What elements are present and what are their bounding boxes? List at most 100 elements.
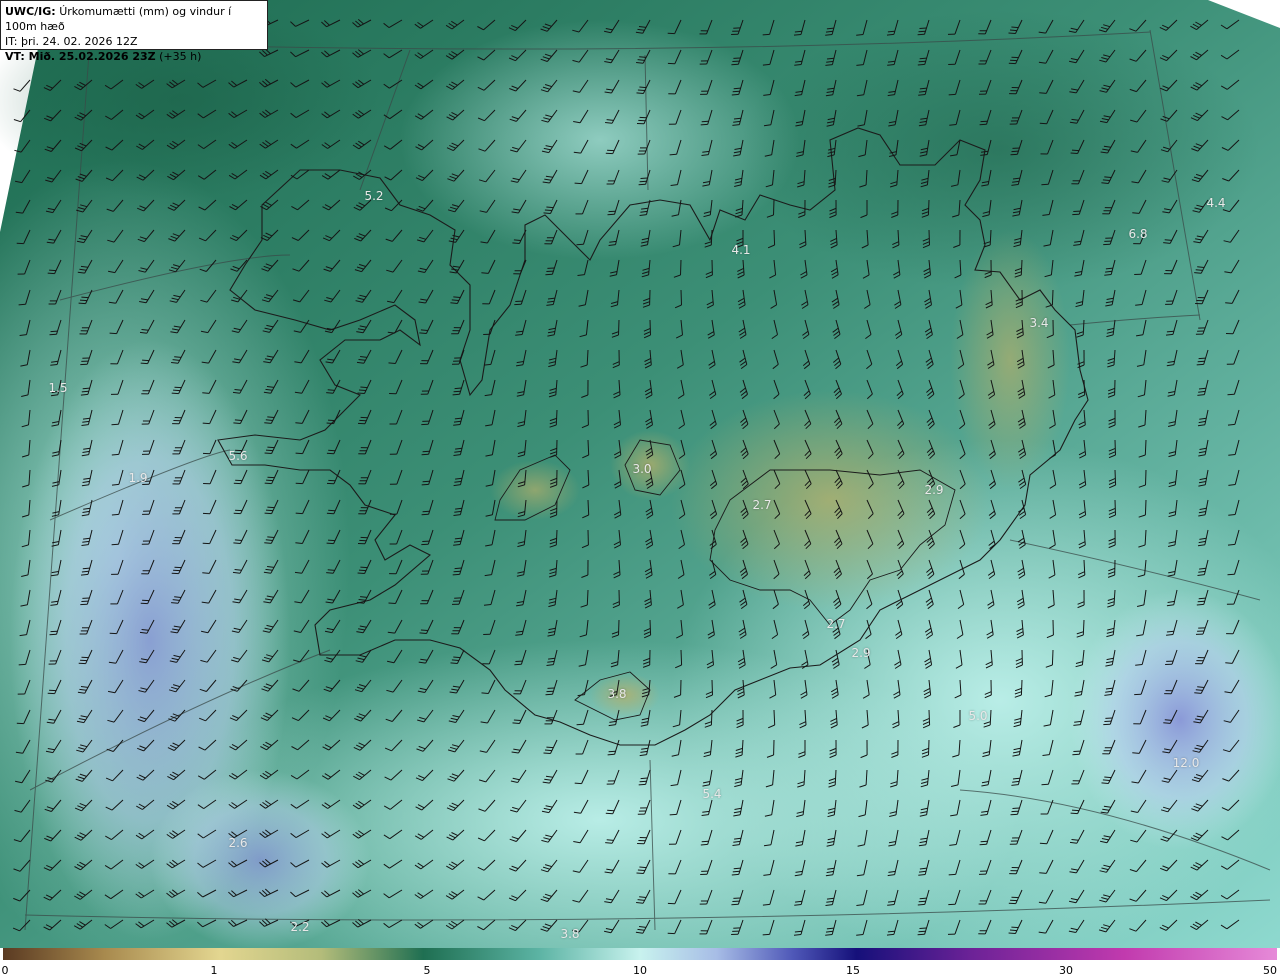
wind-barb-feather (700, 123, 708, 126)
wind-barb-feather (918, 30, 926, 33)
wind-barb-feather (979, 123, 987, 126)
wind-barb-feather (732, 870, 740, 873)
colorbar-tick: 10 (633, 964, 647, 977)
olive-zone-center (670, 390, 990, 610)
wind-barb-feather (543, 212, 551, 214)
wind-barb-feather (267, 416, 275, 418)
wind-barb-feather (917, 933, 925, 936)
wind-barb-feather (607, 753, 615, 756)
value-label: 3.0 (632, 462, 652, 476)
wind-barb-feather (1196, 363, 1204, 366)
wind-barb-feather (421, 453, 429, 456)
wind-barb-feather (80, 573, 89, 576)
wind-barb-staff (618, 619, 620, 636)
wind-barb-feather (1102, 179, 1110, 181)
wind-barb-feather (919, 27, 927, 29)
wind-barb-feather (234, 539, 242, 541)
wind-barb-feather (1164, 719, 1172, 721)
wind-barb-feather (454, 567, 462, 570)
init-time: IT: þri. 24. 02. 2026 12Z (5, 35, 138, 48)
cyan-zone-north (400, 20, 800, 260)
wind-barb-feather (481, 692, 489, 694)
wind-barb-staff (1114, 469, 1117, 486)
wind-barb-feather (918, 900, 926, 903)
wind-barb-feather (388, 602, 396, 604)
wind-barb-feather (637, 89, 645, 91)
wind-barb-feather (1011, 26, 1019, 29)
wind-barb-feather (295, 542, 303, 544)
value-label: 2.7 (752, 498, 772, 512)
wind-barb-staff (1020, 679, 1023, 696)
wind-barb-staff (1144, 499, 1147, 516)
wind-barb-staff (773, 229, 776, 246)
wind-barb-feather (1070, 812, 1078, 815)
wind-barb-feather (295, 452, 303, 455)
wind-barb-feather (513, 719, 521, 721)
wind-barb-feather (1195, 689, 1203, 691)
wind-barb-feather (358, 389, 366, 391)
wind-barb-feather (18, 303, 26, 306)
wind-barb-feather (639, 86, 647, 89)
wind-barb-feather (1008, 932, 1016, 934)
wind-barb-feather (574, 182, 582, 185)
wind-barb-staff (773, 199, 775, 216)
wind-barb-feather (1166, 630, 1174, 633)
wind-barb-staff (1051, 649, 1054, 666)
wind-barb-feather (1011, 150, 1019, 153)
wind-barb-feather (605, 842, 613, 844)
wind-barb-staff (927, 199, 930, 216)
wind-barb-feather (452, 393, 460, 396)
wind-barb-feather (79, 299, 88, 302)
wind-barb-feather (1071, 149, 1080, 152)
wind-barb-feather (388, 362, 396, 364)
wind-barb-feather (171, 392, 179, 395)
wind-barb-feather (917, 33, 925, 36)
wind-barb-feather (453, 390, 461, 393)
wind-barb-feather (1009, 29, 1017, 32)
wind-barb-staff (587, 499, 590, 516)
wind-barb-feather (81, 390, 89, 393)
map-info-box: UWC/IG: Úrkomumætti (mm) og vindur í 100… (0, 0, 268, 63)
wind-barb-feather (422, 450, 430, 453)
wind-barb-staff (555, 529, 558, 546)
wind-barb-feather (1227, 573, 1235, 576)
wind-barb-feather (1010, 813, 1018, 816)
wind-barb-feather (731, 873, 739, 876)
value-label: 2.7 (826, 617, 846, 631)
wind-barb-feather (358, 569, 367, 572)
wind-barb-feather (1132, 752, 1140, 754)
wind-barb-feather (1104, 176, 1112, 178)
value-label: 3.8 (560, 927, 580, 941)
wind-barb-feather (636, 92, 644, 94)
colorbar-tick: 1 (210, 964, 218, 977)
wind-barb-feather (174, 356, 182, 358)
wind-barb-feather (948, 93, 956, 96)
wind-barb-staff (680, 649, 683, 666)
valid-time: VT: Mið. 25.02.2026 23Z (5, 50, 156, 63)
wind-barb-feather (326, 572, 334, 574)
wind-barb-feather (357, 572, 365, 574)
wind-barb-feather (639, 180, 647, 183)
wind-barb-feather (917, 63, 925, 66)
wind-barb-staff (710, 709, 713, 726)
value-label: 5.2 (364, 189, 384, 203)
wind-barb-feather (202, 422, 210, 425)
wind-barb-feather (451, 659, 459, 661)
wind-barb-feather (762, 33, 770, 36)
wind-barb-feather (886, 33, 894, 36)
wind-barb-feather (1166, 330, 1174, 333)
value-label: 1.9 (128, 471, 148, 485)
wind-barb-feather (111, 423, 119, 426)
wind-barb-feather (82, 567, 90, 570)
wind-barb-feather (295, 422, 303, 424)
wind-barb-staff (773, 709, 776, 726)
wind-barb-feather (513, 239, 521, 241)
wind-barb-feather (1070, 152, 1078, 154)
colorbar-tick: 0 (1, 964, 9, 977)
wind-barb-feather (1165, 333, 1174, 336)
wind-barb-feather (1101, 182, 1109, 184)
wind-barb-feather (1227, 423, 1235, 426)
wind-barb-feather (483, 363, 491, 366)
wind-barb-feather (483, 604, 492, 606)
wind-barb-feather (1039, 92, 1047, 94)
